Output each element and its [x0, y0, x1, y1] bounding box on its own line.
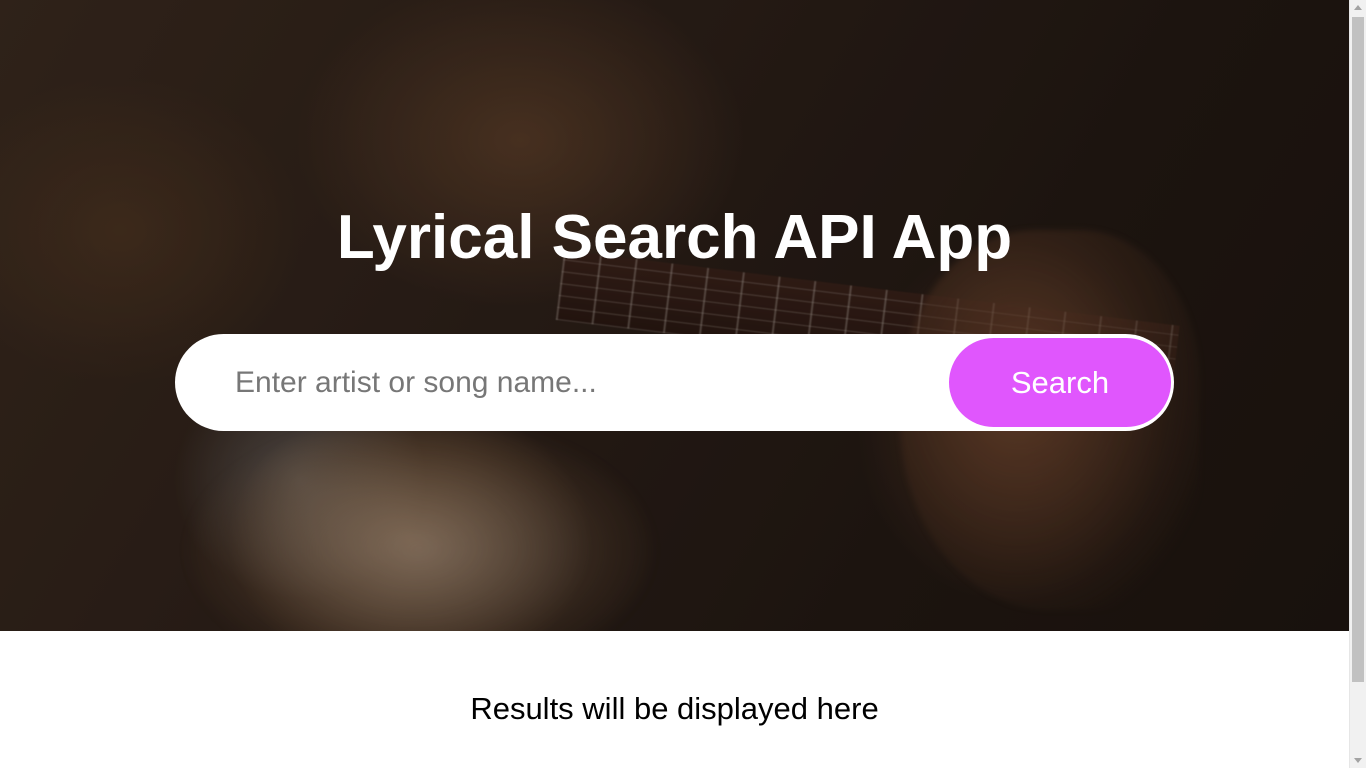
scrollbar-thumb[interactable]	[1352, 17, 1364, 682]
vertical-scrollbar[interactable]	[1349, 0, 1366, 768]
hero-section: Lyrical Search API App Search	[0, 0, 1349, 631]
scroll-down-arrow-icon[interactable]	[1354, 758, 1362, 763]
scroll-up-arrow-icon[interactable]	[1354, 5, 1362, 10]
search-input[interactable]	[175, 334, 945, 431]
hero-overlay	[0, 0, 1349, 631]
page-title: Lyrical Search API App	[336, 203, 1013, 272]
search-button[interactable]: Search	[949, 338, 1171, 427]
search-form: Search	[175, 334, 1174, 431]
results-placeholder: Results will be displayed here	[470, 691, 879, 726]
page: Lyrical Search API App Search Results wi…	[0, 0, 1349, 768]
